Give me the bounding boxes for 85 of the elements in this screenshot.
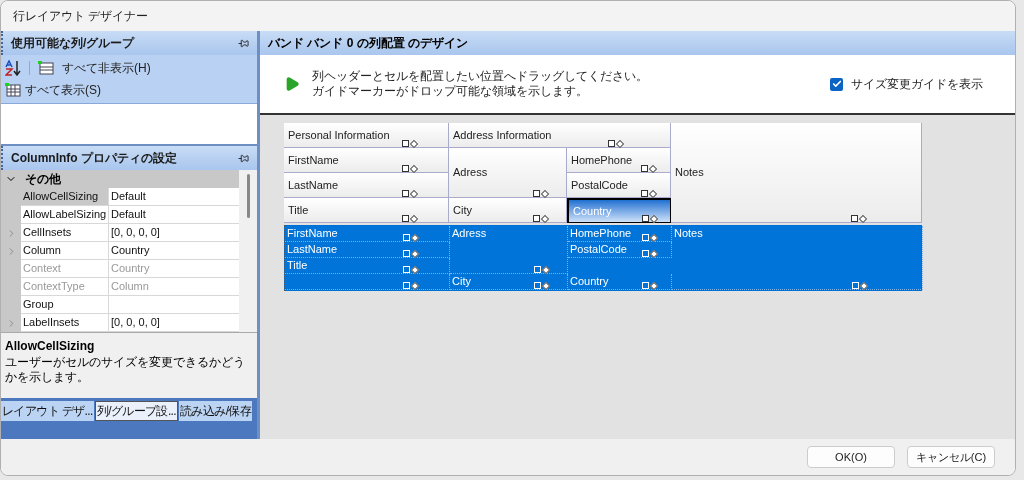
property-row[interactable]: Column Country [1,242,239,260]
resize-handle-icon[interactable] [852,282,867,289]
help-title: AllowCellSizing [5,338,96,355]
header-cell[interactable]: City [449,198,567,223]
resize-handle-icon[interactable] [402,190,418,197]
panel-title: 使用可能な列/グループ [11,35,135,52]
resize-handle-icon[interactable] [403,282,419,289]
resize-handle-icon[interactable] [403,250,419,257]
property-name[interactable]: Column [21,242,109,260]
body-cell[interactable]: Notes [672,226,923,290]
category-row[interactable]: その他 [1,170,239,188]
property-row[interactable]: LabelInsets [0, 0, 0, 0] [1,314,239,332]
grid-icon [5,83,21,97]
sort-icon [5,60,21,76]
instruction-text: 列ヘッダーとセルを配置したい位置へドラッグしてください。 [312,69,649,84]
panel-title: バンド バンド 0 の列配置 のデザイン [268,35,468,52]
resize-handle-icon[interactable] [642,282,658,289]
instruction-text: ガイドマーカーがドロップ可能な領域を示します。 [312,84,589,99]
checkbox[interactable] [830,77,843,91]
list-icon [38,61,54,75]
pin-icon[interactable] [238,37,249,49]
property-row[interactable]: AllowCellSizing Default [1,188,239,206]
property-value[interactable]: [0, 0, 0, 0] [109,314,239,332]
header-cell[interactable]: PostalCode [567,173,671,198]
resize-handle-icon[interactable] [534,282,550,289]
guide-checkbox[interactable]: サイズ変更ガイドを表示 [830,75,983,93]
dialog-button[interactable]: キャンセル(C) [907,446,995,468]
header-cell[interactable]: LastName [284,173,449,198]
property-name[interactable]: LabelInsets [21,314,109,332]
resize-handle-icon[interactable] [402,165,418,172]
resize-handle-icon[interactable] [403,266,419,273]
resize-handle-icon[interactable] [534,266,550,273]
scrollbar[interactable] [239,170,257,332]
header-cell[interactable]: Notes [671,123,922,223]
header-cell[interactable]: HomePhone [567,148,671,173]
resize-handle-icon[interactable] [641,190,657,197]
header-cell[interactable]: Title [284,198,449,223]
panel-tab[interactable]: 読み込み/保存 [179,401,253,421]
pin-icon[interactable] [238,152,249,164]
panel-title: ColumnInfo プロパティの設定 [11,150,177,167]
resize-handle-icon[interactable] [641,165,657,172]
property-value[interactable]: Default [109,188,239,206]
property-name[interactable]: AllowCellSizing [21,188,109,206]
resize-handle-icon[interactable] [642,250,658,257]
body-cell[interactable]: PostalCode [568,242,672,258]
header-cell[interactable]: Personal Information [284,123,449,148]
body-cell[interactable]: City [450,274,568,290]
property-row[interactable]: AllowLabelSizing Default [1,206,239,224]
body-cell[interactable]: Title [285,258,450,274]
sort-button[interactable] [5,60,21,76]
window-title: 行レイアウト デザイナー [13,8,149,25]
header-cell[interactable]: FirstName [284,148,449,173]
resize-handle-icon[interactable] [608,140,624,147]
resize-handle-icon[interactable] [851,215,866,222]
play-icon [284,76,300,92]
property-row[interactable]: CellInsets [0, 0, 0, 0] [1,224,239,242]
body-cell[interactable]: Adress [450,226,568,274]
resize-handle-icon[interactable] [642,234,658,241]
property-value[interactable]: [0, 0, 0, 0] [109,224,239,242]
empty-cell[interactable] [285,274,450,290]
resize-handle-icon[interactable] [533,190,549,197]
body-cell[interactable]: LastName [285,242,450,258]
property-name[interactable]: Group [21,296,109,314]
property-row[interactable]: Group [1,296,239,314]
category-label: その他 [25,171,61,188]
toolbar-button[interactable]: すべて非表示(H) [38,59,151,77]
property-name[interactable]: CellInsets [21,224,109,242]
resize-handle-icon[interactable] [533,215,549,222]
body-cell[interactable]: HomePhone [568,226,672,242]
panel-tab[interactable]: レイアウト デザ... [1,401,94,421]
help-text: ユーザーがセルのサイズを変更できるかどうかを示します。 [5,355,246,385]
panel-tab[interactable]: 列/グループ設... [94,401,179,421]
body-cell[interactable]: Country [568,274,672,290]
property-value[interactable]: Country [109,242,239,260]
resize-handle-icon[interactable] [403,234,419,241]
resize-handle-icon[interactable] [402,215,418,222]
dialog-button[interactable]: OK(O) [807,446,895,468]
toolbar-button[interactable]: すべて表示(S) [5,81,253,99]
resize-handle-icon[interactable] [641,215,657,222]
body-cell[interactable]: FirstName [285,226,450,242]
property-name[interactable]: AllowLabelSizing [21,206,109,224]
header-cell[interactable]: Address Information [449,123,671,148]
resize-handle-icon[interactable] [402,140,418,147]
header-cell[interactable]: Adress [449,148,567,198]
property-value[interactable]: Default [109,206,239,224]
